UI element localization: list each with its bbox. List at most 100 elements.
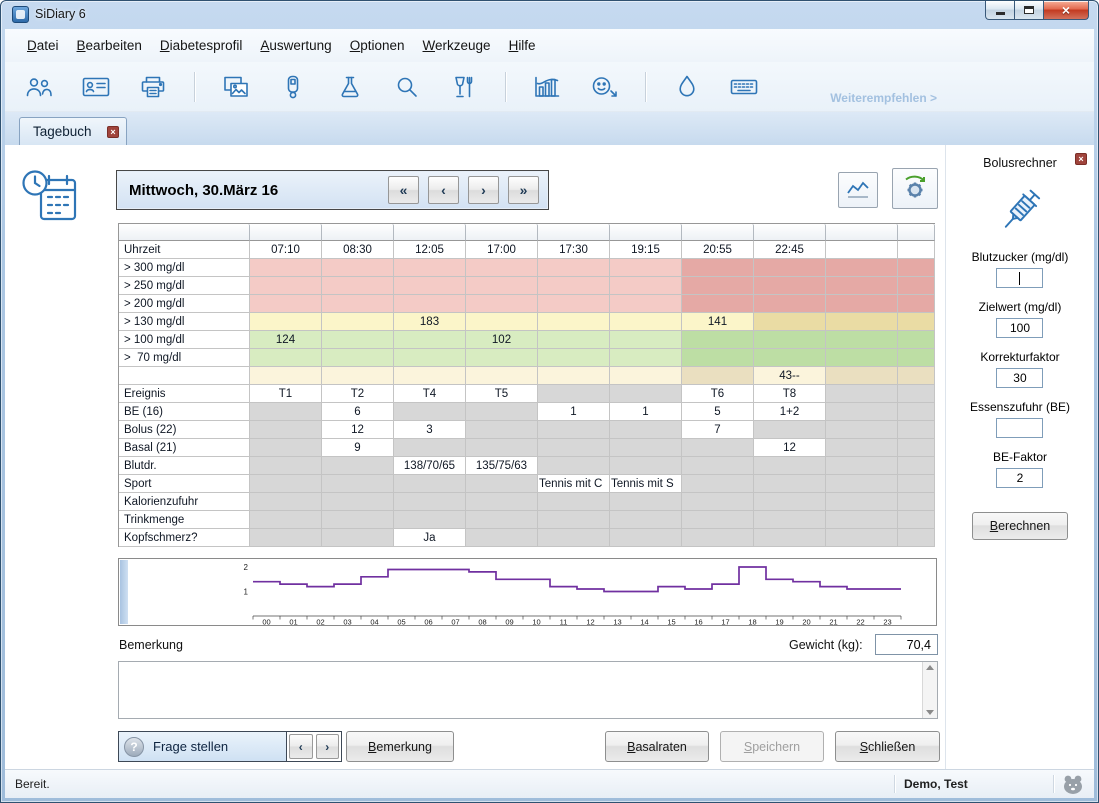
- diary-cell[interactable]: 102: [466, 331, 538, 349]
- diary-cell[interactable]: [898, 385, 935, 403]
- weight-input[interactable]: 70,4: [875, 634, 938, 655]
- diary-cell[interactable]: [754, 421, 826, 439]
- diary-cell[interactable]: [610, 511, 682, 529]
- time-cell[interactable]: 12:05: [394, 241, 466, 259]
- toolbar-button-blood-drop[interactable]: [671, 73, 703, 101]
- diary-cell[interactable]: 3: [394, 421, 466, 439]
- diary-cell[interactable]: 43--: [754, 367, 826, 385]
- diary-cell[interactable]: [610, 439, 682, 457]
- diary-cell[interactable]: [466, 511, 538, 529]
- diary-cell[interactable]: 1+2: [754, 403, 826, 421]
- diary-cell[interactable]: [394, 349, 466, 367]
- column-header[interactable]: [466, 224, 538, 241]
- diary-cell[interactable]: [610, 529, 682, 547]
- diary-cell[interactable]: [538, 277, 610, 295]
- time-cell[interactable]: 19:15: [610, 241, 682, 259]
- diary-cell[interactable]: [826, 511, 898, 529]
- diary-cell[interactable]: [466, 349, 538, 367]
- diary-cell[interactable]: 1: [538, 403, 610, 421]
- diary-cell[interactable]: [538, 421, 610, 439]
- date-first-button[interactable]: «: [388, 176, 419, 204]
- bolus-panel-close-icon[interactable]: [1075, 153, 1087, 165]
- diary-cell[interactable]: [898, 295, 935, 313]
- diary-cell[interactable]: [322, 457, 394, 475]
- toolbar-button-printer[interactable]: [137, 73, 169, 101]
- question-prev-button[interactable]: ‹: [289, 734, 313, 759]
- diary-cell[interactable]: [538, 457, 610, 475]
- diary-cell[interactable]: [826, 259, 898, 277]
- diary-cell[interactable]: T2: [322, 385, 394, 403]
- open-chart-button[interactable]: [838, 172, 878, 208]
- time-cell[interactable]: 17:00: [466, 241, 538, 259]
- diary-cell[interactable]: 183: [394, 313, 466, 331]
- ask-question-button[interactable]: ? Frage stellen: [119, 732, 287, 761]
- diary-cell[interactable]: [898, 475, 935, 493]
- toolbar-button-keyboard[interactable]: [728, 73, 760, 101]
- diary-cell[interactable]: [466, 439, 538, 457]
- column-header[interactable]: [250, 224, 322, 241]
- tab-tagebuch[interactable]: Tagebuch: [19, 117, 127, 145]
- diary-cell[interactable]: [898, 457, 935, 475]
- column-header[interactable]: [826, 224, 898, 241]
- diary-cell[interactable]: [322, 259, 394, 277]
- diary-cell[interactable]: [754, 259, 826, 277]
- diary-cell[interactable]: [682, 367, 754, 385]
- diary-cell[interactable]: [466, 277, 538, 295]
- time-cell[interactable]: 08:30: [322, 241, 394, 259]
- toolbar-button-nutrition[interactable]: [448, 73, 480, 101]
- settings-button[interactable]: [892, 168, 938, 209]
- bolus-field-input-3[interactable]: [996, 418, 1043, 438]
- diary-cell[interactable]: [682, 349, 754, 367]
- diary-cell[interactable]: [250, 259, 322, 277]
- diary-cell[interactable]: [754, 349, 826, 367]
- diary-cell[interactable]: [394, 295, 466, 313]
- diary-cell[interactable]: [754, 457, 826, 475]
- diary-cell[interactable]: [322, 493, 394, 511]
- diary-cell[interactable]: [250, 457, 322, 475]
- diary-cell[interactable]: [250, 421, 322, 439]
- time-cell[interactable]: 17:30: [538, 241, 610, 259]
- diary-cell[interactable]: [322, 349, 394, 367]
- diary-cell[interactable]: [826, 529, 898, 547]
- diary-cell[interactable]: [250, 529, 322, 547]
- diary-cell[interactable]: [898, 259, 935, 277]
- toolbar-button-smiley[interactable]: [588, 73, 620, 101]
- diary-cell[interactable]: [394, 403, 466, 421]
- diary-cell[interactable]: [754, 331, 826, 349]
- diary-cell[interactable]: [682, 331, 754, 349]
- diary-cell[interactable]: Tennis mit S: [610, 475, 682, 493]
- diary-cell[interactable]: [466, 403, 538, 421]
- diary-cell[interactable]: [610, 295, 682, 313]
- diary-cell[interactable]: [250, 367, 322, 385]
- close-button[interactable]: ×: [1044, 1, 1089, 20]
- time-cell[interactable]: [826, 241, 898, 259]
- question-next-button[interactable]: ›: [316, 734, 340, 759]
- diary-cell[interactable]: [682, 439, 754, 457]
- diary-cell[interactable]: [538, 367, 610, 385]
- diary-cell[interactable]: [394, 259, 466, 277]
- diary-cell[interactable]: [754, 529, 826, 547]
- bolus-field-input-0[interactable]: [996, 268, 1043, 288]
- diary-cell[interactable]: [898, 277, 935, 295]
- diary-cell[interactable]: [682, 493, 754, 511]
- column-header[interactable]: [754, 224, 826, 241]
- diary-cell[interactable]: [754, 511, 826, 529]
- diary-cell[interactable]: 124: [250, 331, 322, 349]
- menu-item-datei[interactable]: Datei: [18, 34, 68, 57]
- diary-cell[interactable]: [538, 493, 610, 511]
- bolus-field-input-1[interactable]: 100: [996, 318, 1043, 338]
- diary-cell[interactable]: [898, 439, 935, 457]
- diary-cell[interactable]: [322, 475, 394, 493]
- diary-cell[interactable]: 12: [322, 421, 394, 439]
- diary-cell[interactable]: [466, 493, 538, 511]
- diary-cell[interactable]: [538, 385, 610, 403]
- date-prev-button[interactable]: ‹: [428, 176, 459, 204]
- diary-cell[interactable]: [610, 313, 682, 331]
- diary-cell[interactable]: [250, 313, 322, 331]
- diary-cell[interactable]: [610, 385, 682, 403]
- diary-cell[interactable]: [250, 349, 322, 367]
- diary-cell[interactable]: Tennis mit C: [538, 475, 610, 493]
- close-diary-button[interactable]: Schließen: [835, 731, 940, 762]
- diary-cell[interactable]: [394, 439, 466, 457]
- diary-cell[interactable]: [898, 403, 935, 421]
